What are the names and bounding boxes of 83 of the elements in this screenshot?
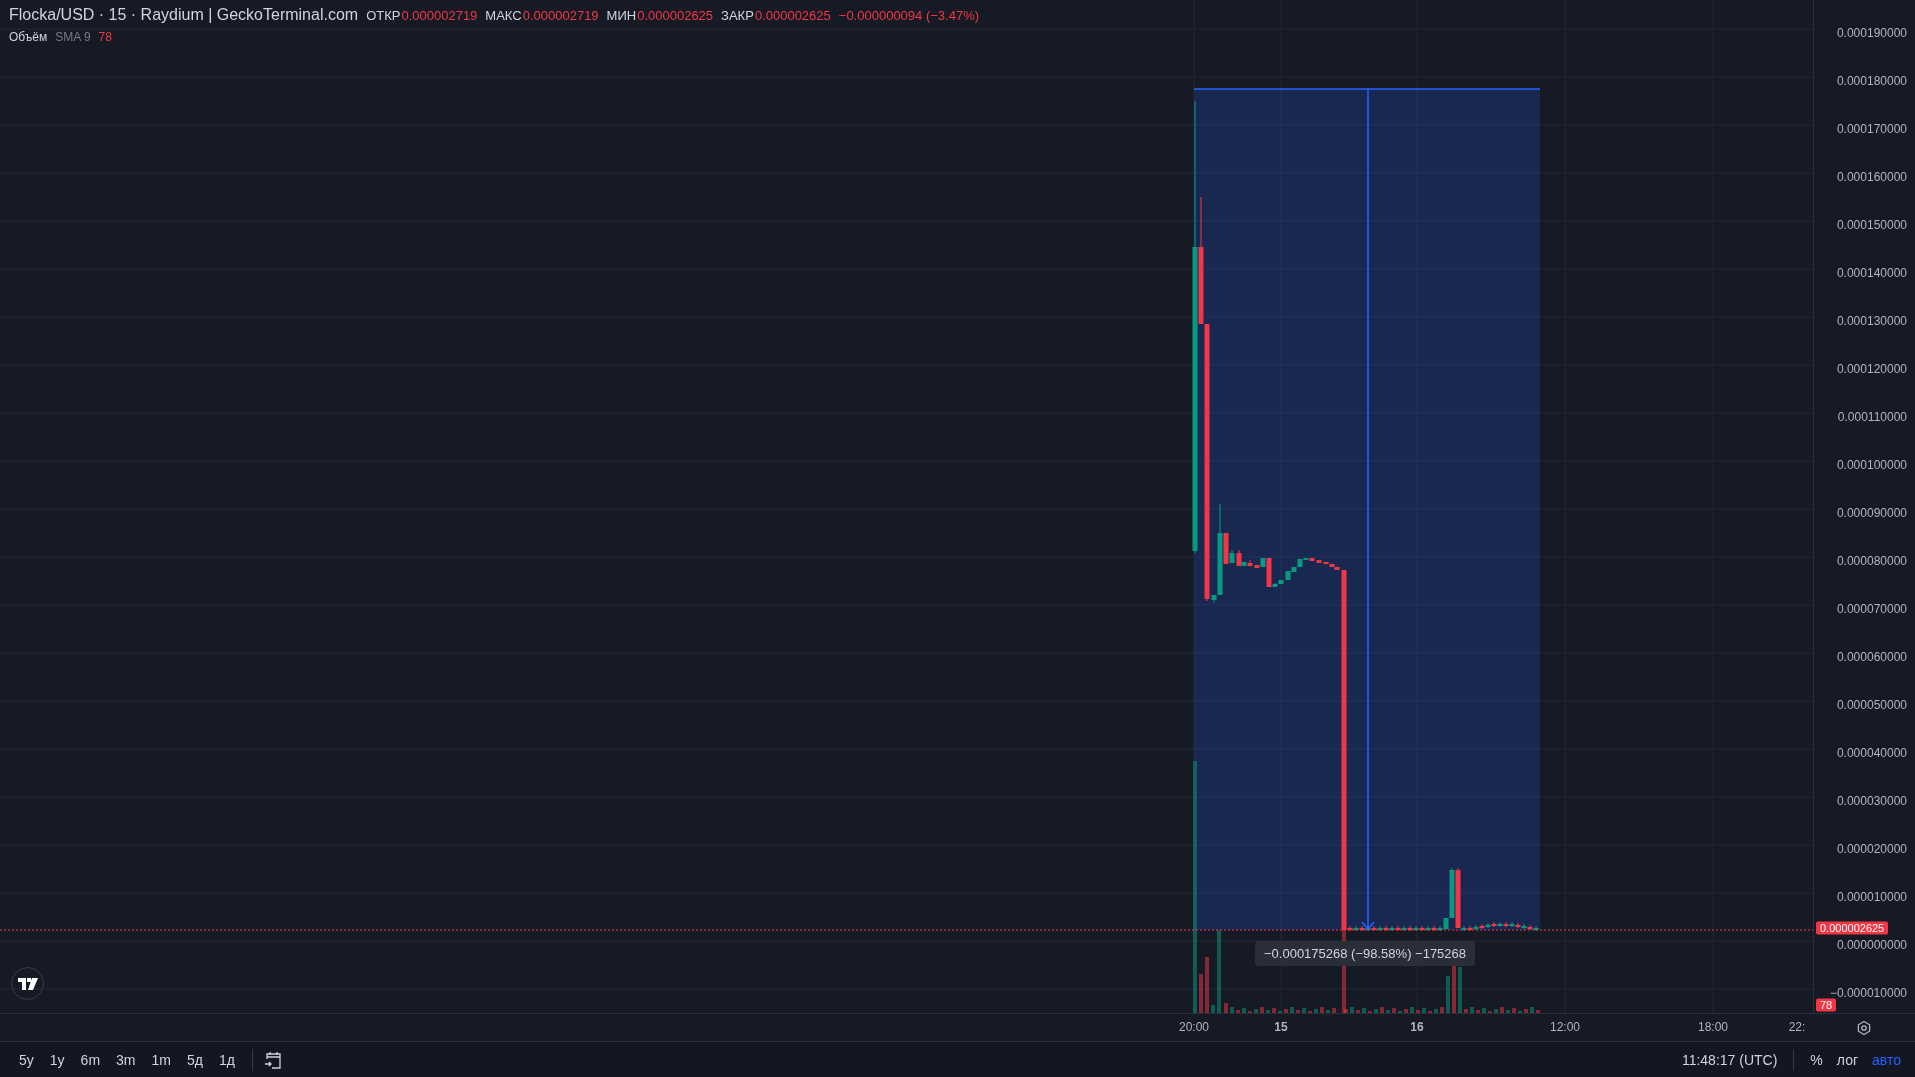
price-label: 0.000010000 <box>1836 890 1907 904</box>
price-label: 0.000090000 <box>1836 506 1907 520</box>
time-label: 22: <box>1788 1020 1806 1034</box>
ohlc-value: 0.000002719 <box>522 8 599 23</box>
price-label: 0.000160000 <box>1836 170 1907 184</box>
volume-bar <box>1242 1008 1246 1013</box>
range-button[interactable]: 1m <box>144 1047 178 1072</box>
volume-bar <box>1332 1008 1336 1013</box>
volume-bar <box>1530 1007 1534 1013</box>
volume-bar <box>1260 1007 1264 1013</box>
volume-bar <box>1410 1007 1414 1013</box>
scale-button[interactable]: % <box>1804 1047 1829 1072</box>
price-label: 0.000000000 <box>1836 938 1907 952</box>
price-label: 0.000040000 <box>1836 746 1907 760</box>
price-label: 0.000070000 <box>1836 602 1907 616</box>
volume-bar <box>1362 1008 1366 1013</box>
price-change: −0.000000094 (−3.47%) <box>838 8 980 23</box>
volume-bar <box>1392 1008 1396 1013</box>
volume-bar <box>1500 1007 1504 1013</box>
price-label: 0.000140000 <box>1836 266 1907 280</box>
ohlc-value: 0.000002625 <box>637 8 714 23</box>
price-label: −0.000010000 <box>1829 986 1907 1000</box>
range-button[interactable]: 1y <box>42 1047 72 1072</box>
calendar-icon[interactable] <box>262 1049 283 1070</box>
range-button[interactable]: 3m <box>109 1047 143 1072</box>
price-label: 0.000190000 <box>1836 26 1907 40</box>
ohlc-label: МАКС <box>485 8 522 23</box>
last-price-tag: 0.000002625 <box>1816 921 1889 935</box>
volume-bar <box>1422 1008 1426 1013</box>
volume-bar <box>1458 967 1462 1013</box>
volume-bar <box>1350 1007 1354 1013</box>
price-label: 0.000170000 <box>1836 122 1907 136</box>
volume-bar <box>1230 1007 1234 1013</box>
range-button[interactable]: 1д <box>211 1047 242 1072</box>
ohlc-value: 0.000002719 <box>401 8 478 23</box>
volume-bar <box>1512 1008 1516 1013</box>
symbol-title: Flocka/USD · 15 · Raydium | GeckoTerminal.com <box>9 6 359 24</box>
price-label: 0.000120000 <box>1836 362 1907 376</box>
volume-bar <box>1302 1008 1306 1013</box>
ohlc-label: ЗАКР <box>721 8 754 23</box>
volume-bar <box>1205 957 1209 1013</box>
logo-icon[interactable] <box>17 977 38 990</box>
price-label: 0.000100000 <box>1836 458 1907 472</box>
indicator-value: 78 <box>98 30 112 44</box>
price-label: 0.000050000 <box>1836 698 1907 712</box>
price-label: 0.000130000 <box>1836 314 1907 328</box>
price-label: 0.000110000 <box>1837 410 1907 424</box>
ohlc-label: МИН <box>606 8 637 23</box>
scale-button[interactable]: лог <box>1830 1047 1865 1072</box>
price-label: 0.000080000 <box>1836 554 1907 568</box>
volume-tag: 78 <box>1816 998 1837 1012</box>
price-label: 0.000060000 <box>1836 650 1907 664</box>
price-label: 0.000020000 <box>1836 842 1907 856</box>
indicator-name: Объём <box>9 30 48 44</box>
range-button[interactable]: 5y <box>12 1047 41 1072</box>
range-button[interactable]: 6m <box>73 1047 108 1072</box>
time-label: 20:00 <box>1179 1020 1209 1034</box>
volume-bar <box>1446 976 1450 1013</box>
time-label: 15 <box>1274 1020 1288 1034</box>
measure-tooltip: −0.000175268 (−98.58%) −175268 <box>1255 941 1476 966</box>
range-button[interactable]: 5д <box>179 1047 210 1072</box>
volume-bar <box>1224 1003 1228 1013</box>
time-label: 16 <box>1410 1020 1424 1034</box>
volume-bar <box>1199 974 1203 1013</box>
volume-bar <box>1290 1007 1294 1013</box>
price-label: 0.000150000 <box>1836 218 1907 232</box>
scale-button[interactable]: авто <box>1866 1047 1907 1072</box>
volume-bar <box>1272 1008 1276 1013</box>
ohlc-value: 0.000002625 <box>754 8 831 23</box>
volume-bar <box>1482 1008 1486 1013</box>
volume-bar <box>1470 1007 1474 1013</box>
time-label: 12:00 <box>1550 1020 1580 1034</box>
price-label: 0.000180000 <box>1836 74 1907 88</box>
ohlc-label: ОТКР <box>366 8 401 23</box>
price-label: 0.000030000 <box>1836 794 1907 808</box>
volume-bar <box>1320 1007 1324 1013</box>
volume-bar <box>1440 1007 1444 1013</box>
volume-bar <box>1211 1005 1215 1013</box>
volume-bar <box>1380 1007 1384 1013</box>
settings-icon[interactable] <box>1856 1019 1872 1036</box>
clock-time: 11:48:17 (UTC) <box>1681 1051 1778 1068</box>
indicator-params: SMA 9 <box>55 30 91 44</box>
time-label: 18:00 <box>1698 1020 1728 1034</box>
